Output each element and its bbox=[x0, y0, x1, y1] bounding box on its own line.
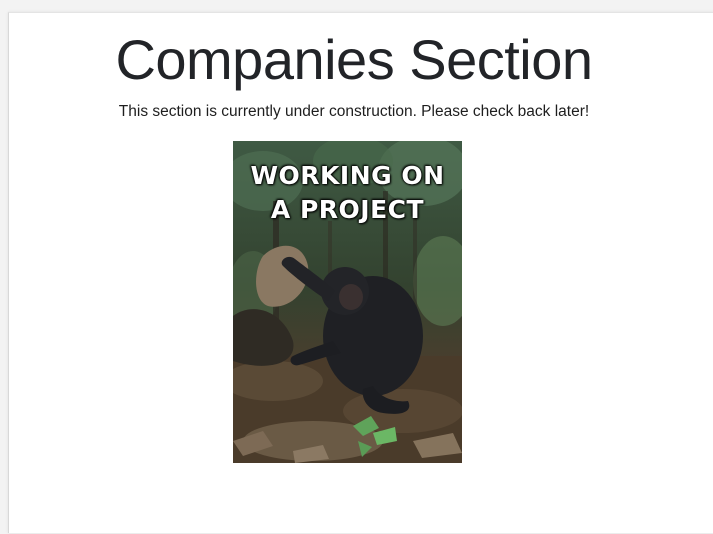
gif-caption-line-2: A PROJECT bbox=[270, 195, 425, 224]
working-on-project-gif: WORKING ON A PROJECT bbox=[233, 141, 462, 463]
main-content: Companies Section This section is curren… bbox=[9, 13, 699, 122]
gif-caption-line-1: WORKING ON bbox=[250, 161, 445, 190]
under-construction-message: This section is currently under construc… bbox=[118, 103, 590, 120]
page-container: Companies Section This section is curren… bbox=[8, 12, 713, 533]
page-title: Companies Section bbox=[115, 28, 593, 91]
gif-caption: WORKING ON A PROJECT bbox=[233, 159, 462, 227]
